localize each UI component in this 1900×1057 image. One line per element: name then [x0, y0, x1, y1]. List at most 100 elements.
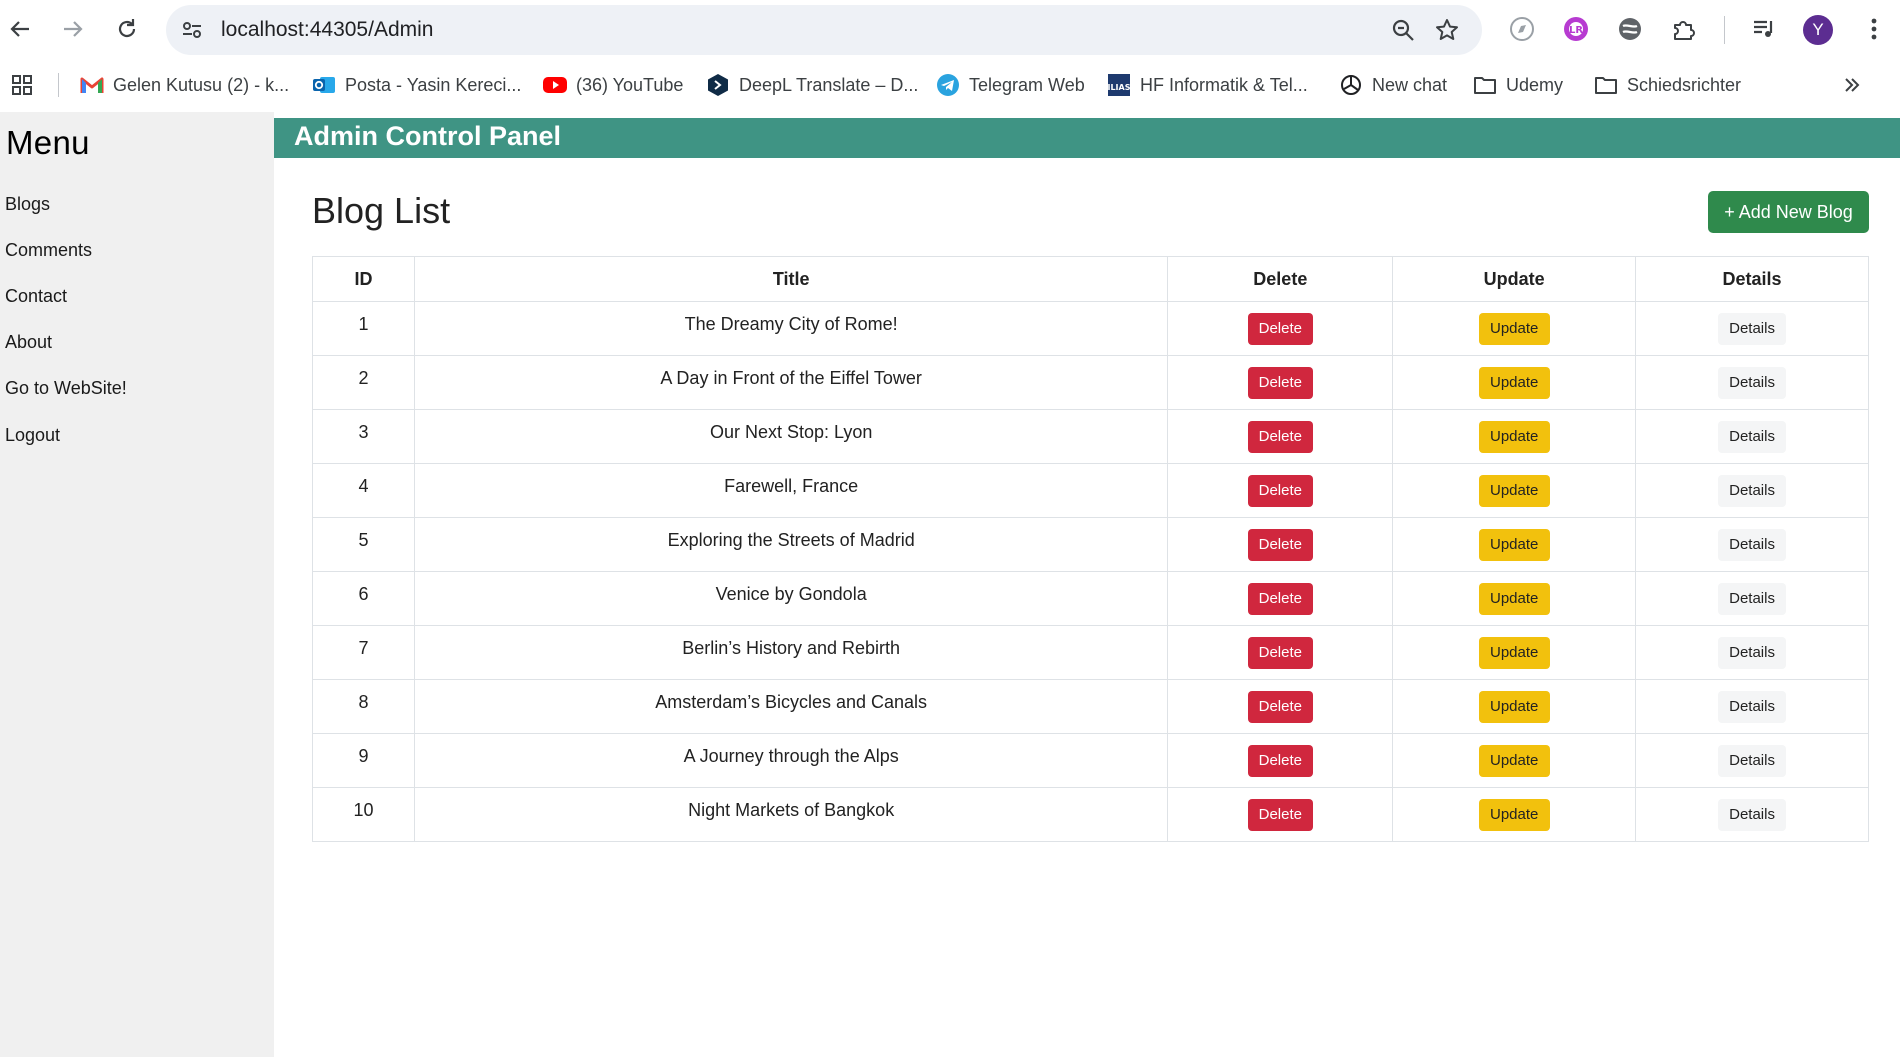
details-button[interactable]: Details: [1718, 582, 1787, 615]
delete-button[interactable]: Delete: [1247, 744, 1313, 777]
delete-cell: Delete: [1167, 355, 1394, 410]
delete-button[interactable]: Delete: [1247, 690, 1313, 723]
update-button[interactable]: Update: [1478, 636, 1550, 669]
delete-button[interactable]: Delete: [1247, 474, 1313, 507]
blog-id-cell: 6: [312, 571, 415, 626]
bookmark-label: Telegram Web: [969, 74, 1085, 95]
sidebar-item-about[interactable]: About: [5, 332, 52, 353]
delete-button[interactable]: Delete: [1247, 582, 1313, 615]
bookmark-folder-udemy[interactable]: Udemy: [1473, 68, 1563, 102]
blog-title-cell: Farewell, France: [413, 463, 1169, 518]
update-button[interactable]: Update: [1478, 528, 1550, 561]
admin-app: Menu Blogs Comments Contact About Go to …: [0, 112, 1900, 1057]
apps-grid-icon: [10, 73, 34, 97]
reload-button[interactable]: [110, 12, 144, 46]
details-button[interactable]: Details: [1718, 474, 1787, 507]
update-button[interactable]: Update: [1478, 474, 1550, 507]
delete-cell: Delete: [1167, 787, 1394, 842]
update-button[interactable]: Update: [1478, 798, 1550, 831]
address-bar[interactable]: [166, 5, 1482, 55]
lr-extension-icon[interactable]: LR: [1560, 12, 1592, 46]
table-row: 5 Exploring the Streets of Madrid Delete Up…: [312, 517, 1869, 572]
bookmark-hf-informatik[interactable]: ILIAS HF Informatik & Tel...: [1107, 68, 1308, 102]
table-row: 1 The Dreamy City of Rome! Delete Update Det…: [312, 301, 1869, 356]
profile-avatar[interactable]: Y: [1803, 15, 1833, 45]
media-control-icon[interactable]: [1748, 12, 1780, 46]
table-row: 6 Venice by Gondola Delete Update Details: [312, 571, 1869, 626]
delete-button[interactable]: Delete: [1247, 528, 1313, 561]
bookmark-gmail[interactable]: Gelen Kutusu (2) - k...: [80, 68, 289, 102]
details-button[interactable]: Details: [1718, 528, 1787, 561]
update-cell: Update: [1392, 355, 1637, 410]
table-row: 10 Night Markets of Bangkok Delete Update De…: [312, 787, 1869, 842]
details-cell: Details: [1635, 463, 1869, 518]
table-row: 3 Our Next Stop: Lyon Delete Update Details: [312, 409, 1869, 464]
details-button[interactable]: Details: [1718, 690, 1787, 723]
bookmark-new-chat[interactable]: New chat: [1339, 68, 1447, 102]
blog-id-cell: 3: [312, 409, 415, 464]
bookmark-folder-schiedsrichter[interactable]: Schiedsrichter: [1594, 68, 1741, 102]
kebab-menu-icon[interactable]: [1858, 12, 1890, 46]
details-button[interactable]: Details: [1718, 420, 1787, 453]
details-cell: Details: [1635, 301, 1869, 356]
details-cell: Details: [1635, 787, 1869, 842]
update-button[interactable]: Update: [1478, 690, 1550, 723]
bookmark-label: (36) YouTube: [576, 74, 684, 95]
update-cell: Update: [1392, 733, 1637, 788]
update-cell: Update: [1392, 679, 1637, 734]
bookmark-label: HF Informatik & Tel...: [1140, 74, 1308, 95]
admin-header: Admin Control Panel: [274, 118, 1900, 158]
details-button[interactable]: Details: [1718, 312, 1787, 345]
blog-title-cell: A Day in Front of the Eiffel Tower: [413, 355, 1169, 410]
bookmark-youtube[interactable]: (36) YouTube: [543, 68, 683, 102]
column-header-id: ID: [312, 256, 415, 302]
extensions-puzzle-icon[interactable]: [1668, 12, 1700, 46]
sidebar-item-go-to-website[interactable]: Go to WebSite!: [5, 378, 127, 399]
update-button[interactable]: Update: [1478, 744, 1550, 777]
blog-title-cell: Our Next Stop: Lyon: [413, 409, 1169, 464]
details-button[interactable]: Details: [1718, 744, 1787, 777]
blocker-extension-icon[interactable]: [1614, 12, 1646, 46]
bookmarks-overflow-button[interactable]: [1840, 68, 1864, 102]
details-button[interactable]: Details: [1718, 798, 1787, 831]
sidebar-item-blogs[interactable]: Blogs: [5, 194, 50, 215]
details-button[interactable]: Details: [1718, 366, 1787, 399]
youtube-icon: [543, 73, 567, 97]
zoom-icon[interactable]: [1390, 17, 1416, 43]
delete-button[interactable]: Delete: [1247, 420, 1313, 453]
sidebar-item-comments[interactable]: Comments: [5, 240, 92, 261]
delete-button[interactable]: Delete: [1247, 798, 1313, 831]
svg-text:LR: LR: [1569, 25, 1583, 36]
update-cell: Update: [1392, 409, 1637, 464]
sidebar-item-logout[interactable]: Logout: [5, 425, 60, 446]
update-button[interactable]: Update: [1478, 366, 1550, 399]
bookmarks-bar: Gelen Kutusu (2) - k... Posta - Yasin Ke…: [0, 60, 1900, 112]
blog-title-cell: Venice by Gondola: [413, 571, 1169, 626]
blog-title-cell: Exploring the Streets of Madrid: [413, 517, 1169, 572]
update-button[interactable]: Update: [1478, 582, 1550, 615]
forward-button[interactable]: [56, 12, 90, 46]
delete-button[interactable]: Delete: [1247, 636, 1313, 669]
update-button[interactable]: Update: [1478, 420, 1550, 453]
delete-button[interactable]: Delete: [1247, 312, 1313, 345]
apps-grid-button[interactable]: [10, 68, 34, 102]
bookmark-label: Schiedsrichter: [1627, 74, 1742, 95]
back-button[interactable]: [3, 12, 37, 46]
compass-extension-icon[interactable]: [1506, 12, 1538, 46]
site-info-icon[interactable]: [180, 18, 204, 42]
bookmark-outlook[interactable]: Posta - Yasin Kereci...: [312, 68, 521, 102]
bookmark-star-icon[interactable]: [1434, 17, 1460, 43]
details-button[interactable]: Details: [1718, 636, 1787, 669]
blog-id-cell: 9: [312, 733, 415, 788]
delete-button[interactable]: Delete: [1247, 366, 1313, 399]
add-new-blog-button[interactable]: + Add New Blog: [1708, 191, 1869, 233]
sidebar: Menu Blogs Comments Contact About Go to …: [0, 112, 274, 1057]
bookmark-deepl[interactable]: DeepL Translate – D...: [706, 68, 918, 102]
sidebar-item-contact[interactable]: Contact: [5, 286, 67, 307]
bookmark-telegram[interactable]: Telegram Web: [936, 68, 1085, 102]
update-button[interactable]: Update: [1478, 312, 1550, 345]
url-input[interactable]: [221, 5, 1221, 55]
browser-toolbar: LR Y: [0, 0, 1900, 60]
blog-table: ID Title Delete Update Details 1 The Drea…: [312, 256, 1869, 842]
details-cell: Details: [1635, 355, 1869, 410]
